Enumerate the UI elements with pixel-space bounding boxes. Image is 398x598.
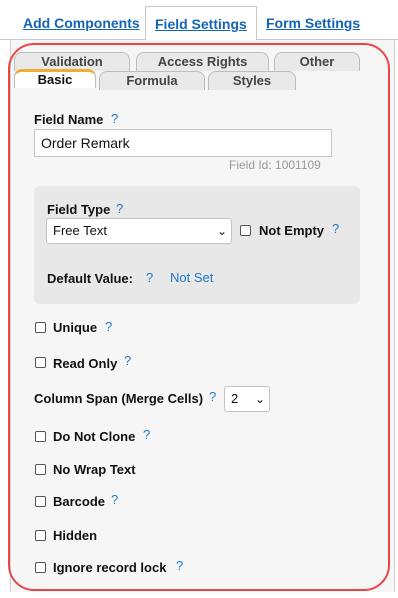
tab-form-settings[interactable]: Form Settings (266, 6, 360, 40)
tab-add-components[interactable]: Add Components (23, 6, 140, 40)
read-only-help-icon[interactable]: ? (124, 353, 131, 368)
chevron-down-icon: ⌄ (217, 224, 228, 238)
column-span-label: Column Span (Merge Cells) (34, 391, 204, 406)
field-id-text: Field Id: 1001109 (229, 158, 321, 172)
unique-label: Unique (53, 320, 98, 335)
not-empty-help-icon[interactable]: ? (332, 221, 339, 236)
barcode-label: Barcode (53, 494, 106, 509)
field-name-input[interactable]: Order Remark (34, 129, 332, 157)
column-span-selected-value: 2 (231, 391, 239, 406)
barcode-checkbox[interactable] (35, 496, 46, 507)
field-name-help-icon[interactable]: ? (111, 111, 118, 126)
subtab-styles[interactable]: Styles (208, 71, 296, 90)
tab-field-settings[interactable]: Field Settings (145, 6, 257, 40)
default-value-link[interactable]: Not Set (170, 270, 213, 285)
read-only-checkbox[interactable] (35, 357, 46, 368)
hidden-label: Hidden (53, 528, 98, 543)
field-type-help-icon[interactable]: ? (116, 201, 123, 216)
hidden-checkbox[interactable] (35, 530, 46, 541)
barcode-help-icon[interactable]: ? (111, 492, 118, 507)
column-span-help-icon[interactable]: ? (209, 389, 216, 404)
ignore-record-lock-checkbox[interactable] (35, 562, 46, 573)
field-type-label: Field Type (47, 202, 111, 217)
unique-checkbox[interactable] (35, 322, 46, 333)
subtab-formula[interactable]: Formula (99, 71, 205, 90)
do-not-clone-label: Do Not Clone (53, 429, 136, 444)
field-type-selected-value: Free Text (53, 223, 107, 238)
do-not-clone-checkbox[interactable] (35, 431, 46, 442)
read-only-label: Read Only (53, 356, 118, 371)
top-tab-bar: Add Components Field Settings Form Setti… (0, 0, 398, 40)
not-empty-checkbox[interactable] (240, 225, 251, 236)
column-span-select[interactable]: 2 ⌄ (224, 386, 270, 412)
field-name-label: Field Name (34, 112, 104, 127)
subtab-basic[interactable]: Basic (14, 69, 96, 88)
subtab-access-rights[interactable]: Access Rights (136, 52, 269, 71)
default-value-label: Default Value: (47, 271, 133, 286)
ignore-record-lock-help-icon[interactable]: ? (176, 558, 183, 573)
no-wrap-text-label: No Wrap Text (53, 462, 136, 477)
field-type-select[interactable]: Free Text ⌄ (46, 218, 232, 244)
unique-help-icon[interactable]: ? (105, 319, 112, 334)
no-wrap-text-checkbox[interactable] (35, 464, 46, 475)
subtab-other[interactable]: Other (274, 52, 360, 71)
not-empty-label: Not Empty (259, 223, 324, 238)
default-value-help-icon[interactable]: ? (146, 270, 153, 285)
do-not-clone-help-icon[interactable]: ? (143, 427, 150, 442)
chevron-down-icon: ⌄ (255, 392, 266, 406)
ignore-record-lock-label: Ignore record lock (53, 560, 167, 575)
